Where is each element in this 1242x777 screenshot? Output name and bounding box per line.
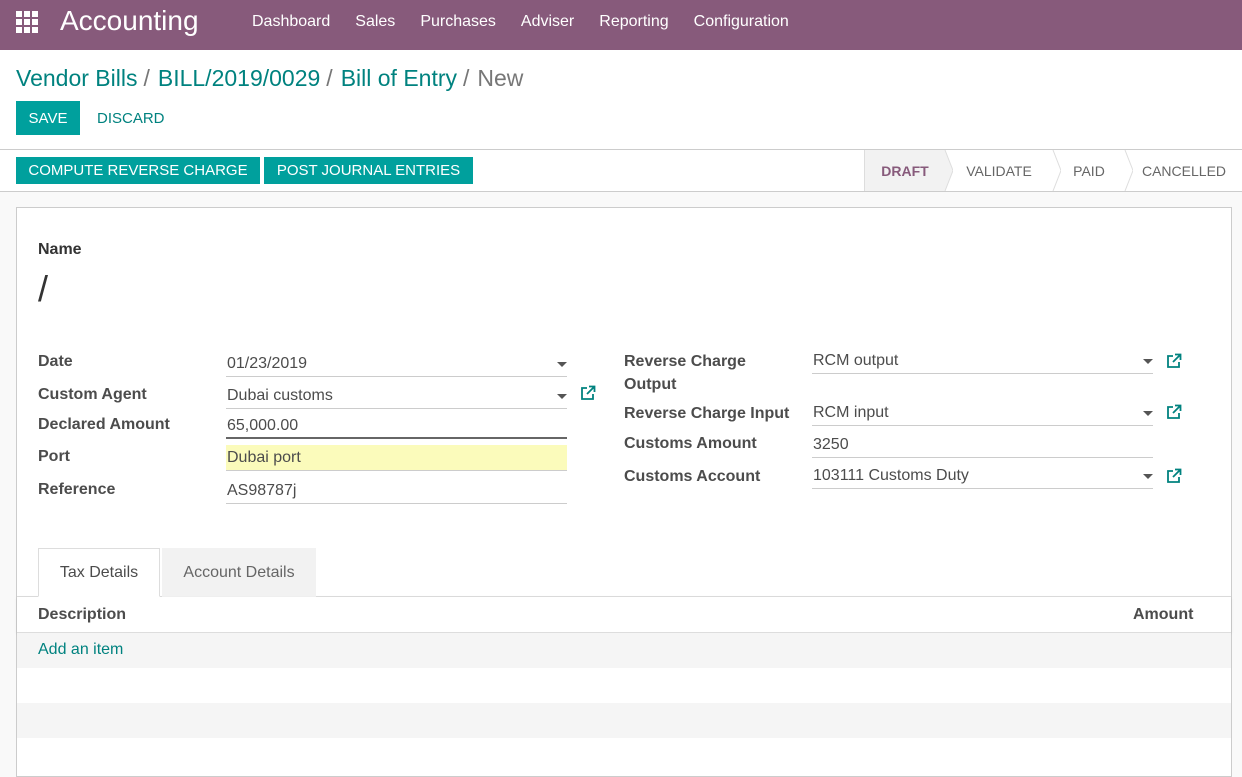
stage-cancelled[interactable]: CANCELLED — [1125, 150, 1242, 191]
compute-reverse-charge-button[interactable]: COMPUTE REVERSE CHARGE — [16, 157, 260, 184]
name-label: Name — [38, 241, 82, 258]
port-label: Port — [38, 448, 70, 465]
chevron-down-icon[interactable] — [1143, 411, 1153, 416]
column-amount[interactable]: Amount — [1133, 606, 1193, 624]
menu-configuration[interactable]: Configuration — [694, 13, 789, 31]
custom-agent-label: Custom Agent — [38, 386, 147, 403]
reference-value: AS98787j — [227, 482, 297, 499]
post-journal-entries-button[interactable]: POST JOURNAL ENTRIES — [264, 157, 473, 184]
tab-tax-details[interactable]: Tax Details — [38, 548, 160, 597]
stage-draft[interactable]: DRAFT — [865, 150, 953, 191]
declared-amount-value: 65,000.00 — [227, 417, 299, 434]
breadcrumb-separator: / — [326, 65, 333, 91]
reverse-charge-input-value: RCM input — [813, 404, 889, 421]
reverse-charge-output-label-2: Output — [624, 376, 677, 393]
tab-account-details[interactable]: Account Details — [162, 548, 316, 597]
table-header: Description Amount — [17, 597, 1231, 633]
port-field[interactable]: Dubai port — [226, 445, 567, 471]
date-field[interactable]: 01/23/2019 — [226, 351, 567, 377]
external-link-icon[interactable] — [1166, 353, 1182, 369]
customs-amount-value: 3250 — [813, 436, 849, 453]
save-button[interactable]: SAVE — [16, 101, 80, 135]
customs-account-field[interactable]: 103111 Customs Duty — [812, 463, 1153, 489]
date-label: Date — [38, 353, 73, 370]
table-row — [17, 668, 1231, 703]
breadcrumb-bill-of-entry[interactable]: Bill of Entry — [341, 65, 457, 92]
breadcrumb: Vendor Bills / BILL/2019/0029 / Bill of … — [16, 65, 523, 92]
stage-separator-icon — [1047, 150, 1061, 191]
table-row — [17, 703, 1231, 738]
custom-agent-value: Dubai customs — [227, 387, 333, 404]
external-link-icon[interactable] — [1166, 404, 1182, 420]
port-value: Dubai port — [227, 449, 301, 466]
app-title: Accounting — [60, 5, 199, 36]
stage-separator-icon — [939, 150, 953, 191]
declared-amount-field[interactable]: 65,000.00 — [226, 413, 567, 439]
reverse-charge-output-value: RCM output — [813, 352, 899, 369]
reverse-charge-output-field[interactable]: RCM output — [812, 348, 1153, 374]
customs-account-value: 103111 Customs Duty — [813, 467, 969, 484]
main-menu: Dashboard Sales Purchases Adviser Report… — [252, 0, 814, 44]
apps-menu-icon[interactable] — [16, 11, 38, 33]
menu-purchases[interactable]: Purchases — [420, 13, 496, 31]
menu-reporting[interactable]: Reporting — [599, 13, 668, 31]
reference-label: Reference — [38, 481, 116, 498]
reverse-charge-output-label: Reverse Charge — [624, 353, 746, 370]
chevron-down-icon[interactable] — [1143, 359, 1153, 364]
control-panel: Vendor Bills / BILL/2019/0029 / Bill of … — [0, 50, 1242, 150]
external-link-icon[interactable] — [1166, 468, 1182, 484]
stage-validate[interactable]: VALIDATE — [945, 150, 1061, 191]
customs-account-label: Customs Account — [624, 468, 761, 485]
status-bar: COMPUTE REVERSE CHARGE POST JOURNAL ENTR… — [0, 150, 1242, 192]
breadcrumb-bill[interactable]: BILL/2019/0029 — [158, 65, 320, 92]
name-value: / — [38, 268, 49, 309]
stage-separator-icon — [1119, 150, 1133, 191]
table-row: Add an item — [17, 633, 1231, 668]
declared-amount-label: Declared Amount — [38, 416, 170, 433]
stage-paid-label: PAID — [1073, 162, 1105, 179]
stage-validate-label: VALIDATE — [966, 162, 1032, 179]
breadcrumb-separator: / — [463, 65, 470, 91]
stage-cancelled-label: CANCELLED — [1141, 162, 1227, 179]
menu-sales[interactable]: Sales — [355, 13, 395, 31]
add-item-link[interactable]: Add an item — [38, 641, 123, 659]
column-description[interactable]: Description — [38, 606, 126, 624]
breadcrumb-separator: / — [143, 65, 150, 91]
reverse-charge-input-label: Reverse Charge Input — [624, 405, 790, 422]
stage-pipeline: DRAFT VALIDATE PAID CANCELLED — [864, 150, 1242, 191]
breadcrumb-vendor-bills[interactable]: Vendor Bills — [16, 65, 137, 92]
menu-dashboard[interactable]: Dashboard — [252, 13, 330, 31]
customs-amount-field[interactable]: 3250 — [812, 432, 1153, 458]
chevron-down-icon[interactable] — [557, 362, 567, 367]
menu-adviser[interactable]: Adviser — [521, 13, 574, 31]
breadcrumb-current: New — [477, 65, 524, 91]
discard-button[interactable]: DISCARD — [97, 110, 165, 127]
top-navbar: Accounting Dashboard Sales Purchases Adv… — [0, 0, 1242, 50]
chevron-down-icon[interactable] — [1143, 474, 1153, 479]
stage-draft-label: DRAFT — [881, 162, 929, 179]
chevron-down-icon[interactable] — [557, 394, 567, 399]
reference-field[interactable]: AS98787j — [226, 478, 567, 504]
custom-agent-field[interactable]: Dubai customs — [226, 383, 567, 409]
reverse-charge-input-field[interactable]: RCM input — [812, 400, 1153, 426]
stage-paid[interactable]: PAID — [1053, 150, 1133, 191]
external-link-icon[interactable] — [580, 385, 596, 401]
form-sheet: Name / Date 01/23/2019 Custom Agent Duba… — [16, 207, 1232, 777]
date-value: 01/23/2019 — [227, 355, 308, 372]
customs-amount-label: Customs Amount — [624, 435, 757, 452]
